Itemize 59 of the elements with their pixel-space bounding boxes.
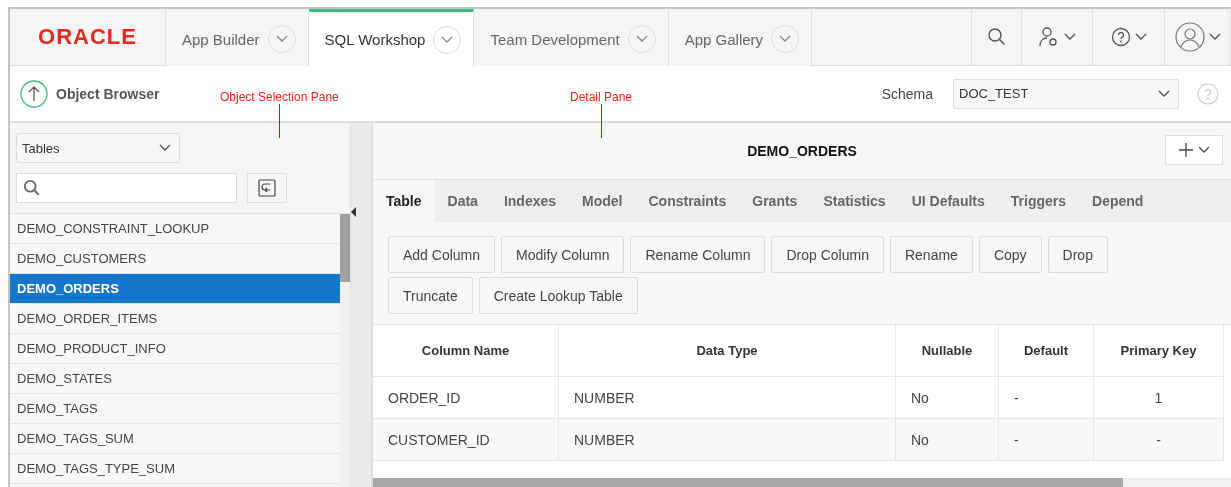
- action-button[interactable]: Copy: [978, 236, 1042, 273]
- help-icon[interactable]: [1110, 27, 1131, 47]
- action-button[interactable]: Create Lookup Table: [478, 277, 638, 314]
- chevron-down-icon: [1208, 33, 1221, 41]
- table-cell: NUMBER: [559, 419, 896, 461]
- page-title: Object Browser: [56, 85, 160, 102]
- chevron-down-icon: [1158, 89, 1170, 98]
- leader-line: [278, 104, 280, 138]
- object-type-select[interactable]: Tables: [16, 133, 180, 163]
- table-cell: NUMBER: [559, 377, 896, 419]
- schema-select[interactable]: DOC_TEST: [953, 78, 1179, 109]
- nav-tab[interactable]: App Builder: [166, 9, 309, 66]
- chevron-down-icon: [159, 144, 171, 152]
- annotation-label: Object Selection Pane: [220, 90, 339, 104]
- detail-tab[interactable]: Model: [569, 180, 636, 222]
- detail-tab[interactable]: Data: [434, 180, 491, 222]
- annotation-label: Detail Pane: [570, 90, 633, 104]
- scrollbar-thumb[interactable]: [373, 478, 1123, 487]
- table-cell: -: [1094, 419, 1224, 461]
- schema-label: Schema: [881, 85, 933, 102]
- detail-tab[interactable]: Grants: [739, 180, 811, 222]
- detail-tab[interactable]: Indexes: [490, 180, 570, 222]
- scrollbar-thumb[interactable]: [340, 214, 350, 282]
- action-button[interactable]: Rename Column: [630, 236, 766, 273]
- action-button[interactable]: Truncate: [388, 277, 473, 314]
- table-cell: -: [999, 419, 1094, 461]
- detail-tab[interactable]: Statistics: [810, 180, 899, 222]
- nav-tab[interactable]: App Gallery: [668, 9, 813, 66]
- search-icon[interactable]: [986, 27, 1007, 47]
- search-field[interactable]: [16, 173, 237, 203]
- chevron-down-icon: [1134, 33, 1147, 41]
- detail-tab[interactable]: Table: [373, 180, 435, 222]
- object-list-item[interactable]: DEMO_ORDERS: [10, 274, 340, 304]
- nav-tab[interactable]: Team Development: [474, 9, 669, 66]
- action-button[interactable]: Add Column: [388, 236, 496, 273]
- detail-tab[interactable]: Depend: [1079, 180, 1157, 222]
- search-icon: [23, 179, 41, 197]
- table-cell: -: [999, 377, 1094, 419]
- table-cell: CUSTOMER_ID: [373, 419, 559, 461]
- plus-icon: [1178, 142, 1194, 158]
- table-cell: ORDER_ID: [373, 377, 559, 419]
- detail-tab[interactable]: UI Defaults: [898, 180, 998, 222]
- table-cell: No: [896, 419, 999, 461]
- add-menu-button[interactable]: [1165, 135, 1223, 165]
- table-cell: No: [896, 377, 999, 419]
- detail-title: DEMO_ORDERS: [747, 143, 857, 159]
- user-avatar-icon[interactable]: [1174, 22, 1205, 52]
- nav-tab[interactable]: SQL Workshop: [308, 9, 475, 67]
- reset-button[interactable]: [247, 173, 287, 203]
- action-button[interactable]: Drop: [1047, 236, 1108, 273]
- detail-tab[interactable]: Triggers: [997, 180, 1080, 222]
- chevron-down-icon: [1064, 33, 1076, 41]
- action-button[interactable]: Modify Column: [501, 236, 625, 273]
- action-button[interactable]: Drop Column: [771, 236, 884, 273]
- action-button[interactable]: Rename: [889, 236, 973, 273]
- leader-line: [600, 104, 602, 138]
- chevron-down-icon: [1198, 146, 1210, 154]
- table-cell: 1: [1094, 377, 1224, 419]
- detail-tab[interactable]: Constraints: [635, 180, 740, 222]
